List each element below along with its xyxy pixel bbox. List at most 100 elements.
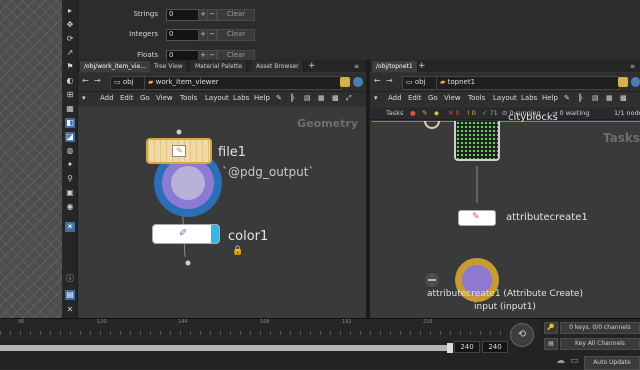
grid-tool-icon[interactable]: ▣ [65,188,75,198]
attributecreate-node[interactable]: ✎ [458,210,496,226]
snap-tool-icon[interactable]: ⊞ [65,90,75,100]
wireframe-tool-icon[interactable]: ◪ [65,132,75,142]
list-icon-right[interactable]: ▤ [592,94,599,102]
path-node-crumb[interactable]: ▰ work_item_viewer [144,76,342,90]
display-tool-icon[interactable]: ◧ [65,118,75,128]
channel-icon[interactable]: ▤ [544,338,558,350]
forward-arrow-icon[interactable]: → [94,76,101,85]
frame-end-field[interactable]: 240 [482,341,508,353]
back-arrow-icon-right[interactable]: ← [374,76,381,85]
integers-field[interactable]: 0 [166,29,200,41]
frame-start-field[interactable]: 240 [454,341,480,353]
cityblocks-node[interactable] [454,121,500,161]
right-network-canvas[interactable]: Tasks cityblocks ✎ attributecreate1 attr… [370,112,640,318]
transform-tool-icon[interactable]: ✥ [65,20,75,30]
pin-icon[interactable] [340,77,350,87]
back-arrow-icon[interactable]: ← [82,76,89,85]
forward-arrow-icon-right[interactable]: → [386,76,393,85]
grid-view-icon-right[interactable]: ▦ [606,94,613,102]
parameter-panel: Strings 0 + − Clear Integers 0 + − Clear… [78,0,640,62]
magnet-tool-icon[interactable]: ◐ [65,76,75,86]
menu-go[interactable]: Go [140,94,150,102]
shading-tool-icon[interactable]: ◍ [65,146,75,156]
viewport-3d[interactable] [0,0,62,318]
link-icon-right[interactable] [631,77,640,87]
points-tool-icon[interactable]: ✦ [65,160,75,170]
file-node-name: file1 [218,145,247,160]
menu-go-right[interactable]: Go [428,94,438,102]
timeline-ruler[interactable]: 96 120 144 168 192 216 [0,319,538,341]
expand-icon[interactable]: ⤢ [346,94,352,103]
lock-icon[interactable]: 🔒 [232,246,243,256]
range-end-handle[interactable] [447,343,453,353]
pin-icon-right[interactable] [618,77,628,87]
pane-menu-icon-right[interactable]: ≡ [626,61,639,72]
color-node[interactable]: ✐ [152,224,220,244]
menu-layout-right[interactable]: Layout [493,94,517,102]
dirty-icon[interactable]: ◆ [434,107,439,119]
tile-view-icon[interactable]: ▩ [332,94,339,102]
rotate-tool-icon[interactable]: ⟳ [65,34,75,44]
view-tool-icon[interactable]: ▦ [65,104,75,114]
menu-tools-right[interactable]: Tools [468,94,485,102]
grid-view-icon[interactable]: ▦ [318,94,325,102]
wrench-icon-right[interactable]: ✎ [564,94,570,102]
strings-field[interactable]: 0 [166,9,200,21]
menu-edit-right[interactable]: Edit [408,94,422,102]
menu-add-right[interactable]: Add [388,94,402,102]
menu-layout[interactable]: Layout [205,94,229,102]
strings-clear-button[interactable]: Clear [217,9,255,21]
layout-tool-icon[interactable]: ▤ [65,290,75,300]
menu-view[interactable]: View [156,94,173,102]
add-tab-icon[interactable]: + [304,61,320,72]
tree-icon-right[interactable]: ╠ [578,94,582,102]
cook-icon[interactable]: ✎ [422,107,427,119]
timeline-range-slider[interactable] [0,345,450,351]
tree-icon[interactable]: ╠ [290,94,294,102]
tab-material-palette[interactable]: Material Palette [191,61,248,72]
path-node-crumb-right[interactable]: ▰ topnet1 [436,76,620,90]
menu-add[interactable]: Add [100,94,114,102]
menu-help-right[interactable]: Help [542,94,558,102]
tab-asset-browser[interactable]: Asset Browser [252,61,304,72]
tab-work-item-viewer[interactable]: /obj/work_item_vie... [80,61,157,72]
light-tool-icon[interactable]: ☀ [65,222,75,232]
tab-topnet1[interactable]: /obj/topnet1 [372,61,418,72]
tab-tree-view[interactable]: Tree View [150,61,188,72]
network-menu-icon[interactable]: ▾ [82,94,86,102]
link-icon[interactable] [353,77,363,87]
auto-update-dropdown[interactable]: Auto Update [584,356,640,370]
add-tab-icon-right[interactable]: + [414,61,430,72]
realtime-playback-icon[interactable]: ⟲ [510,323,534,347]
key-all-channels-button[interactable]: Key All Channels [560,338,640,350]
menu-view-right[interactable]: View [444,94,461,102]
path-obj-crumb[interactable]: ▭ obj [110,76,148,90]
menu-edit[interactable]: Edit [120,94,134,102]
stop-icon[interactable]: ● [410,107,416,119]
right-path-bar: ← → ▭ obj ▰ topnet1 [370,73,640,92]
strings-minus-button[interactable]: − [207,9,217,21]
wrench-icon[interactable]: ✎ [276,94,282,102]
left-network-canvas[interactable]: Geometry ✎ file1 `@pdg_output` ✐ color1 … [78,107,366,318]
integers-clear-button[interactable]: Clear [217,29,255,41]
integers-minus-button[interactable]: − [207,29,217,41]
keyframe-icon[interactable]: 🔑 [544,322,558,334]
tile-view-icon-right[interactable]: ▩ [620,94,627,102]
network-menu-icon-right[interactable]: ▾ [374,94,378,102]
normals-tool-icon[interactable]: ⚲ [65,174,75,184]
camera-tool-icon[interactable]: ◉ [65,202,75,212]
menu-labs-right[interactable]: Labs [521,94,537,102]
pose-tool-icon[interactable]: ↗ [65,48,75,58]
path-obj-crumb-right[interactable]: ▭ obj [402,76,440,90]
menu-labs[interactable]: Labs [233,94,249,102]
close-tool-icon[interactable]: ✕ [65,305,75,315]
info-tool-icon[interactable]: ⓘ [65,274,75,284]
menu-tools[interactable]: Tools [180,94,197,102]
menu-help[interactable]: Help [254,94,270,102]
pane-menu-icon[interactable]: ≡ [350,61,363,72]
handle-tool-icon[interactable]: ⚑ [65,62,75,72]
list-icon[interactable]: ▤ [304,94,311,102]
file-node[interactable]: ✎ [146,138,212,164]
select-tool-icon[interactable]: ▸ [65,6,75,16]
color-node-display-flag[interactable] [211,225,219,243]
